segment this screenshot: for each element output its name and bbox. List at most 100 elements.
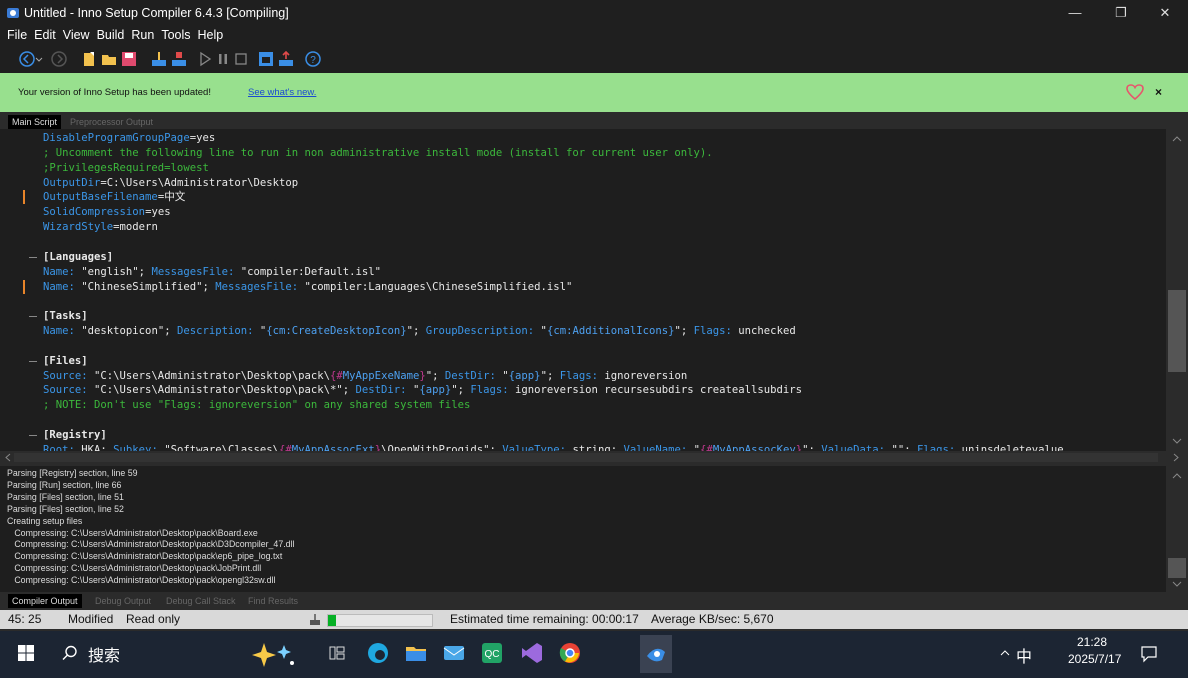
compiler-output-panel[interactable]: Parsing [Registry] section, line 59 Parsi… (0, 466, 1166, 592)
code-line[interactable]: Root: HKA; Subkey: "Software\Classes\{#M… (43, 443, 1064, 451)
compile-icon[interactable] (150, 50, 168, 68)
taskbar-app-mail[interactable] (440, 639, 468, 667)
code-line[interactable]: Source: "C:\Users\Administrator\Desktop\… (43, 369, 687, 384)
pause-icon[interactable] (214, 50, 232, 68)
code-line[interactable]: OutputBaseFilename=中文 (43, 190, 185, 205)
editor-vertical-scrollbar[interactable] (1166, 129, 1188, 451)
task-view-button[interactable] (323, 639, 351, 667)
scroll-left-icon[interactable] (4, 453, 12, 462)
taskbar-app-chrome[interactable] (556, 639, 584, 667)
scroll-up-icon[interactable] (1172, 135, 1182, 143)
menu-tools[interactable]: Tools (161, 28, 190, 42)
editor-hscroll-thumb[interactable] (14, 453, 1158, 462)
menu-help[interactable]: Help (198, 28, 224, 42)
change-marker (23, 190, 25, 205)
code-line[interactable]: ; NOTE: Don't use "Flags: ignoreversion"… (43, 398, 470, 413)
tab-main-script[interactable]: Main Script (8, 115, 62, 129)
code-token: "Software\Classes\ (164, 443, 280, 451)
clock-time[interactable]: 21:28 (1077, 635, 1107, 649)
window-title: Untitled - Inno Setup Compiler 6.4.3 [Co… (24, 5, 289, 20)
heart-icon[interactable] (1126, 84, 1144, 100)
save-icon[interactable] (120, 50, 138, 68)
scroll-down-icon[interactable] (1172, 580, 1182, 588)
chevron-down-icon[interactable] (34, 50, 44, 68)
taskbar-app-visual-studio[interactable] (518, 639, 546, 667)
clock-date[interactable]: 2025/7/17 (1068, 652, 1121, 666)
menu-run[interactable]: Run (131, 28, 154, 42)
code-line[interactable]: [Registry] (43, 428, 107, 443)
code-line[interactable]: OutputDir=C:\Users\Administrator\Desktop (43, 176, 298, 191)
minimize-button[interactable]: — (1052, 0, 1098, 25)
code-line[interactable]: DisableProgramGroupPage=yes (43, 131, 215, 146)
output-line: Parsing [Run] section, line 66 (7, 479, 122, 490)
code-token: {app} (419, 384, 452, 397)
target-icon[interactable] (257, 50, 275, 68)
scroll-right-icon[interactable] (1172, 453, 1180, 462)
notification-icon[interactable] (1140, 645, 1158, 663)
code-token: "C:\Users\Administrator\Desktop\pack\ (94, 369, 331, 382)
fold-marker[interactable] (29, 256, 37, 258)
script-editor[interactable]: DisableProgramGroupPage=yes; Uncomment t… (0, 129, 1166, 451)
code-line[interactable]: ; Uncomment the following line to run in… (43, 146, 713, 161)
code-line[interactable]: Source: "C:\Users\Administrator\Desktop\… (43, 383, 802, 398)
code-token: "C:\Users\Administrator\Desktop\pack\*"; (94, 384, 356, 397)
code-token: "; (451, 384, 471, 397)
code-token: "compiler:Languages\ChineseSimplified.is… (304, 280, 573, 293)
code-line[interactable]: Name: "english"; MessagesFile: "compiler… (43, 265, 381, 280)
menu-edit[interactable]: Edit (34, 28, 56, 42)
taskbar-app-qc[interactable]: QC (478, 639, 506, 667)
code-line[interactable]: [Files] (43, 354, 88, 369)
start-button[interactable] (12, 639, 40, 667)
menu-build[interactable]: Build (97, 28, 125, 42)
code-line[interactable]: SolidCompression=yes (43, 205, 171, 220)
average-speed: Average KB/sec: 5,670 (651, 612, 774, 626)
code-line[interactable]: WizardStyle=modern (43, 220, 158, 235)
menu-file[interactable]: File (7, 28, 27, 42)
code-token: "english"; (81, 265, 152, 278)
code-token: GroupDescription: (425, 325, 541, 338)
terminate-icon[interactable] (232, 50, 250, 68)
qc-icon: QC (482, 643, 502, 663)
restore-button[interactable]: ❐ (1098, 0, 1144, 25)
output-scroll-thumb[interactable] (1168, 558, 1186, 578)
taskbar-app-explorer[interactable] (402, 639, 430, 667)
taskbar-search-label[interactable]: 搜索 (88, 642, 120, 666)
whats-new-link[interactable]: See what's new. (248, 87, 316, 98)
search-icon[interactable] (62, 645, 78, 661)
code-token: WizardStyle (43, 221, 114, 234)
forward-icon[interactable] (50, 50, 68, 68)
ime-indicator[interactable]: 中 (1016, 643, 1032, 667)
menu-view[interactable]: View (63, 28, 90, 42)
banner-close-button[interactable]: × (1155, 85, 1162, 99)
tab-find-results[interactable]: Find Results (244, 594, 302, 608)
stop-compile-icon[interactable] (170, 50, 188, 68)
windows-icon (18, 645, 34, 661)
close-window-button[interactable]: ✕ (1142, 0, 1188, 25)
scroll-down-icon[interactable] (1172, 437, 1182, 445)
open-icon[interactable] (100, 50, 118, 68)
new-icon[interactable] (80, 50, 98, 68)
code-line[interactable]: Name: "ChineseSimplified"; MessagesFile:… (43, 280, 572, 295)
fold-marker[interactable] (29, 316, 37, 318)
editor-scroll-thumb[interactable] (1168, 290, 1186, 372)
output-vertical-scrollbar[interactable] (1166, 466, 1188, 592)
code-line[interactable]: [Tasks] (43, 309, 88, 324)
tab-debug-output[interactable]: Debug Output (91, 594, 155, 608)
tab-debug-call-stack[interactable]: Debug Call Stack (162, 594, 240, 608)
tab-compiler-output[interactable]: Compiler Output (8, 594, 82, 608)
taskbar-app-inno-setup-active[interactable] (640, 635, 672, 673)
fold-marker[interactable] (29, 435, 37, 436)
sparkle-icon[interactable] (246, 639, 298, 669)
code-line[interactable]: ;PrivilegesRequired=lowest (43, 161, 209, 176)
code-line[interactable]: Name: "desktopicon"; Description: "{cm:C… (43, 324, 796, 339)
chevron-up-icon[interactable] (1000, 649, 1010, 657)
tab-preprocessor-output[interactable]: Preprocessor Output (66, 115, 157, 129)
scroll-up-icon[interactable] (1172, 472, 1182, 480)
taskbar-app-edge[interactable] (364, 639, 392, 667)
run-icon[interactable] (196, 50, 214, 68)
code-line[interactable]: [Languages] (43, 250, 113, 265)
fold-marker[interactable] (29, 360, 37, 362)
editor-horizontal-scrollbar[interactable] (0, 451, 1188, 464)
help-icon[interactable]: ? (304, 50, 322, 68)
uninstall-icon[interactable] (277, 50, 295, 68)
